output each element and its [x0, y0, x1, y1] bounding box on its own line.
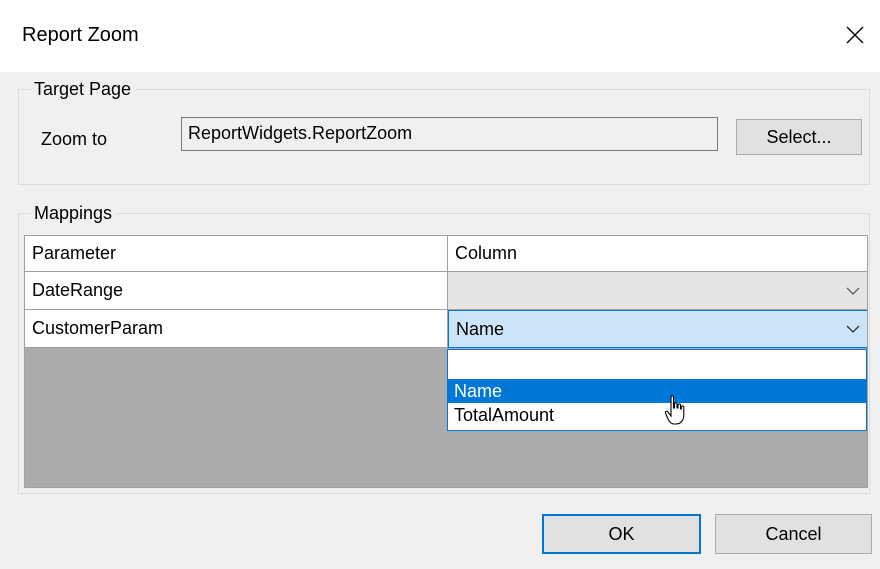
target-page-legend: Target Page [31, 78, 136, 100]
cancel-button[interactable]: Cancel [715, 514, 872, 554]
table-row-column-combo[interactable] [448, 272, 867, 310]
mappings-legend: Mappings [31, 202, 117, 224]
table-row-parameter-cell[interactable]: CustomerParam [25, 310, 448, 348]
chevron-down-icon [846, 287, 860, 295]
ok-button[interactable]: OK [542, 514, 701, 554]
column-header-parameter[interactable]: Parameter [25, 236, 448, 272]
close-icon [846, 26, 864, 44]
title-bar: Report Zoom [0, 0, 880, 72]
table-row-parameter-cell[interactable]: DateRange [25, 272, 448, 310]
mouse-cursor-icon [664, 395, 685, 425]
column-header-column[interactable]: Column [448, 236, 867, 272]
select-button[interactable]: Select... [736, 119, 862, 155]
chevron-down-icon [846, 325, 860, 333]
column-combo-value: Name [456, 318, 505, 339]
table-row-column-combo-active[interactable]: Name [448, 310, 867, 348]
column-dropdown-list[interactable]: Name TotalAmount [447, 349, 867, 431]
dialog-title: Report Zoom [22, 24, 139, 46]
zoom-to-label: Zoom to [41, 129, 108, 149]
dropdown-option-totalamount[interactable]: TotalAmount [448, 403, 866, 427]
dropdown-option-name[interactable]: Name [448, 379, 866, 403]
dropdown-option-blank[interactable] [448, 352, 866, 376]
zoom-to-field[interactable]: ReportWidgets.ReportZoom [181, 117, 718, 151]
close-button[interactable] [838, 18, 872, 52]
